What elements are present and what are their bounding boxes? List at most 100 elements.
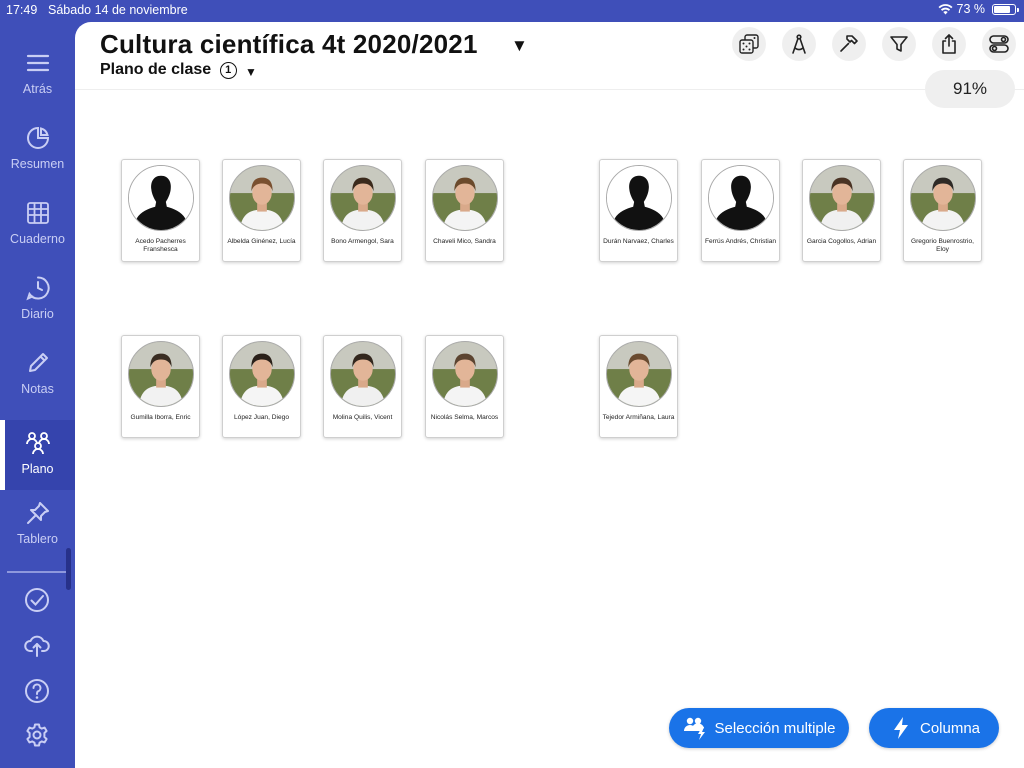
student-card[interactable]: Tejedor Armiñana, Laura (599, 335, 678, 438)
sidebar-scrollbar[interactable] (66, 548, 71, 590)
share-icon (942, 34, 956, 54)
student-card[interactable]: Gumilla Iborra, Enric (121, 335, 200, 438)
student-photo (431, 165, 498, 231)
people-icon (25, 432, 50, 455)
student-name: Tejedor Armiñana, Laura (602, 414, 675, 421)
student-photo (329, 341, 396, 407)
student-photo (127, 341, 194, 407)
student-card[interactable]: Gregorio Buenrostrio, Eloy (903, 159, 982, 262)
sidebar-item-label: Cuaderno (10, 232, 65, 246)
student-name: Durán Narvaez, Charles (603, 238, 674, 245)
column-button[interactable]: Columna (869, 708, 999, 748)
student-name: Ferrús Andrés, Christian (704, 238, 777, 245)
sidebar-item-label: Plano (21, 462, 54, 476)
cloud-upload-icon[interactable] (24, 632, 50, 658)
student-card[interactable]: Bono Armengol, Sara (323, 159, 402, 262)
menu-icon (26, 54, 49, 72)
multi-select-button[interactable]: Selección multiple (669, 708, 849, 748)
student-name: Chaveli Mico, Sandra (433, 238, 496, 245)
student-card[interactable]: Durán Narvaez, Charles (599, 159, 678, 262)
default-avatar-icon (707, 165, 774, 231)
student-card[interactable]: Garcia Cogollos, Adrian (802, 159, 881, 262)
student-name: Albelda Ginénez, Lucía (227, 238, 296, 245)
dice-icon (739, 34, 759, 54)
student-name: Gregorio Buenrostrio, Eloy (910, 238, 975, 253)
default-avatar-icon (605, 165, 672, 231)
sidebar-item-label: Resumen (10, 157, 65, 171)
plan-selector[interactable]: Plano de clase 1 (100, 61, 237, 79)
hammer-button[interactable] (832, 27, 866, 61)
student-photo (228, 165, 295, 231)
sidebar: Atrás Resumen Cuaderno Diario Notas Plan… (0, 20, 75, 768)
student-name: López Juan, Diego (234, 414, 289, 421)
filter-icon (890, 36, 908, 52)
plan-name: Plano de clase (100, 61, 212, 78)
compass-icon (792, 34, 806, 54)
default-avatar-icon (127, 165, 194, 231)
student-name: Acedo Pacherres Franshesca (135, 238, 186, 253)
toggles-icon (989, 35, 1009, 53)
sidebar-item-diario[interactable]: Diario (0, 265, 75, 335)
filter-button[interactable] (882, 27, 916, 61)
battery-icon (992, 3, 1019, 15)
student-card[interactable]: Chaveli Mico, Sandra (425, 159, 504, 262)
sidebar-item-tablero[interactable]: Tablero (0, 490, 75, 560)
toggles-button[interactable] (982, 27, 1016, 61)
page-title[interactable]: Cultura científica 4t 2020/2021 (100, 29, 478, 60)
checkmark-circle-icon[interactable] (24, 587, 50, 613)
bolt-icon (893, 717, 908, 739)
pencil-icon (28, 353, 48, 372)
plan-number-badge: 1 (219, 62, 237, 79)
student-name: Molina Quilis, Vicent (332, 414, 393, 421)
share-button[interactable] (932, 27, 966, 61)
student-photo (808, 165, 875, 231)
grid-icon (26, 202, 49, 224)
status-time: 17:49 (6, 3, 38, 17)
sidebar-item-resumen[interactable]: Resumen (0, 115, 75, 185)
student-photo (605, 341, 672, 407)
sidebar-item-plano[interactable]: Plano (0, 420, 75, 490)
student-card[interactable]: Acedo Pacherres Franshesca (121, 159, 200, 262)
student-name: Gumilla Iborra, Enric (130, 414, 191, 421)
wifi-icon (938, 4, 952, 15)
settings-icon[interactable] (24, 722, 50, 748)
multi-user-bolt-icon (683, 717, 705, 740)
sidebar-item-label: Tablero (17, 532, 58, 546)
clock-chat-icon (25, 276, 50, 301)
hammer-icon (840, 35, 858, 52)
title-dropdown-caret[interactable]: ▼ (511, 36, 528, 56)
battery-percent: 73 % (956, 2, 986, 16)
student-name: Nicolás Selma, Marcos (430, 414, 499, 421)
sidebar-divider (7, 571, 67, 573)
student-photo (228, 341, 295, 407)
student-card[interactable]: Ferrús Andrés, Christian (701, 159, 780, 262)
plan-dropdown-caret[interactable]: ▼ (245, 65, 257, 79)
compass-button[interactable] (782, 27, 816, 61)
status-bar: 17:49 Sábado 14 de noviembre 73 % (0, 0, 1024, 20)
student-name: Garcia Cogollos, Adrian (806, 238, 877, 245)
student-card[interactable]: López Juan, Diego (222, 335, 301, 438)
status-date: Sábado 14 de noviembre (48, 3, 188, 17)
pin-icon (26, 502, 49, 524)
student-photo (329, 165, 396, 231)
student-photo (431, 341, 498, 407)
main-panel: Cultura científica 4t 2020/2021 ▼ Plano … (75, 22, 1024, 768)
sidebar-item-label: Diario (21, 307, 54, 321)
student-name: Bono Armengol, Sara (331, 238, 394, 245)
sidebar-item-notas[interactable]: Notas (0, 340, 75, 410)
sidebar-item-cuaderno[interactable]: Cuaderno (0, 190, 75, 260)
zoom-level[interactable]: 91% (925, 70, 1015, 108)
sidebar-item-label: Atrás (22, 82, 53, 96)
help-icon[interactable] (24, 678, 50, 704)
dice-button[interactable] (732, 27, 766, 61)
column-label: Columna (919, 719, 981, 737)
pie-chart-icon (26, 126, 49, 149)
multi-select-label: Selección multiple (714, 719, 836, 737)
header: Cultura científica 4t 2020/2021 ▼ Plano … (75, 22, 1024, 90)
sidebar-item-label: Notas (21, 382, 54, 396)
sidebar-item-atras[interactable]: Atrás (0, 40, 75, 110)
student-photo (909, 165, 976, 231)
student-card[interactable]: Nicolás Selma, Marcos (425, 335, 504, 438)
student-card[interactable]: Albelda Ginénez, Lucía (222, 159, 301, 262)
student-card[interactable]: Molina Quilis, Vicent (323, 335, 402, 438)
